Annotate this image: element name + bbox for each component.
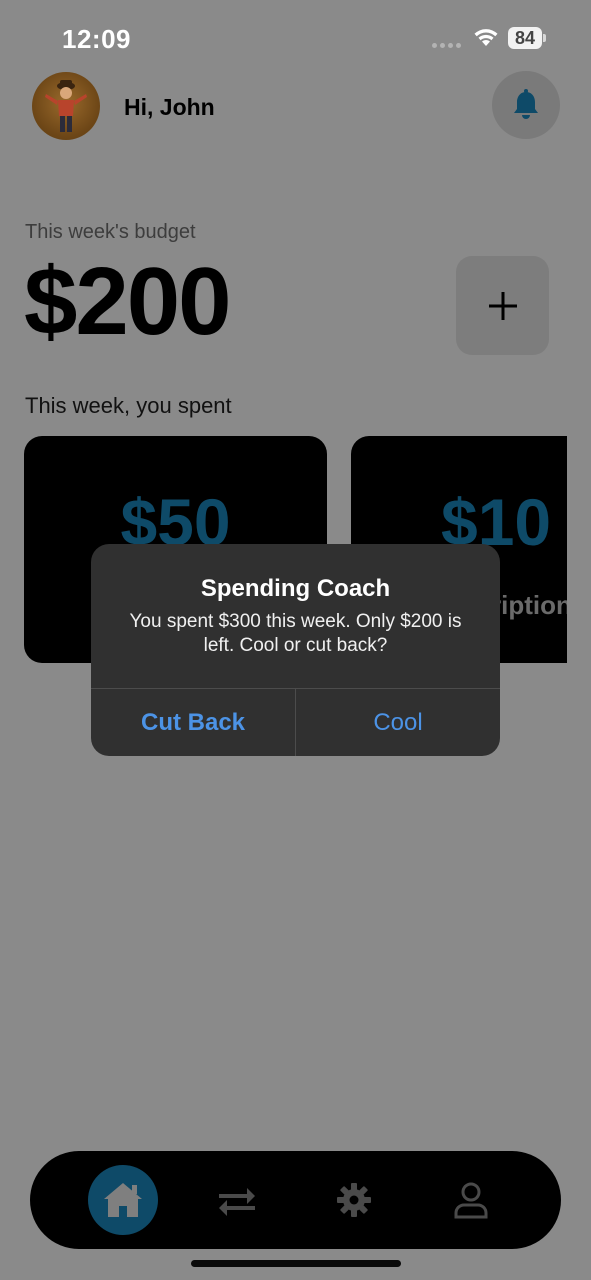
- avatar[interactable]: [32, 72, 100, 140]
- home-icon: [104, 1183, 142, 1217]
- home-indicator: [191, 1260, 401, 1267]
- greeting-text: Hi, John: [124, 94, 215, 120]
- budget-label: This week's budget: [25, 221, 196, 243]
- wifi-icon: [472, 26, 500, 53]
- tab-transactions[interactable]: [202, 1165, 272, 1235]
- cut-back-button[interactable]: Cut Back: [91, 689, 295, 756]
- tab-home[interactable]: [88, 1165, 158, 1235]
- user-icon: [454, 1182, 488, 1219]
- spending-coach-alert: Spending Coach You spent $300 this week.…: [91, 544, 500, 756]
- battery-icon: 84: [508, 27, 546, 51]
- cool-button[interactable]: Cool: [296, 689, 500, 756]
- cellular-signal-icon: [432, 43, 462, 49]
- alert-title: Spending Coach: [200, 575, 391, 602]
- battery-level: 84: [508, 27, 542, 49]
- tab-settings[interactable]: [319, 1165, 389, 1235]
- add-budget-button[interactable]: [456, 256, 549, 355]
- spent-label: This week, you spent: [25, 393, 232, 418]
- plus-icon: [488, 291, 517, 320]
- status-time: 12:09: [62, 24, 131, 54]
- bell-icon: [514, 89, 538, 119]
- alert-message: You spent $300 this week. Only $200 is l…: [129, 611, 462, 656]
- budget-amount: $200: [24, 248, 232, 355]
- tab-bar: [30, 1151, 561, 1249]
- transfer-icon: [219, 1188, 255, 1216]
- notifications-button[interactable]: [492, 71, 560, 139]
- card-caption: ription: [491, 590, 567, 620]
- tab-profile[interactable]: [436, 1165, 506, 1235]
- gear-icon: [337, 1183, 371, 1217]
